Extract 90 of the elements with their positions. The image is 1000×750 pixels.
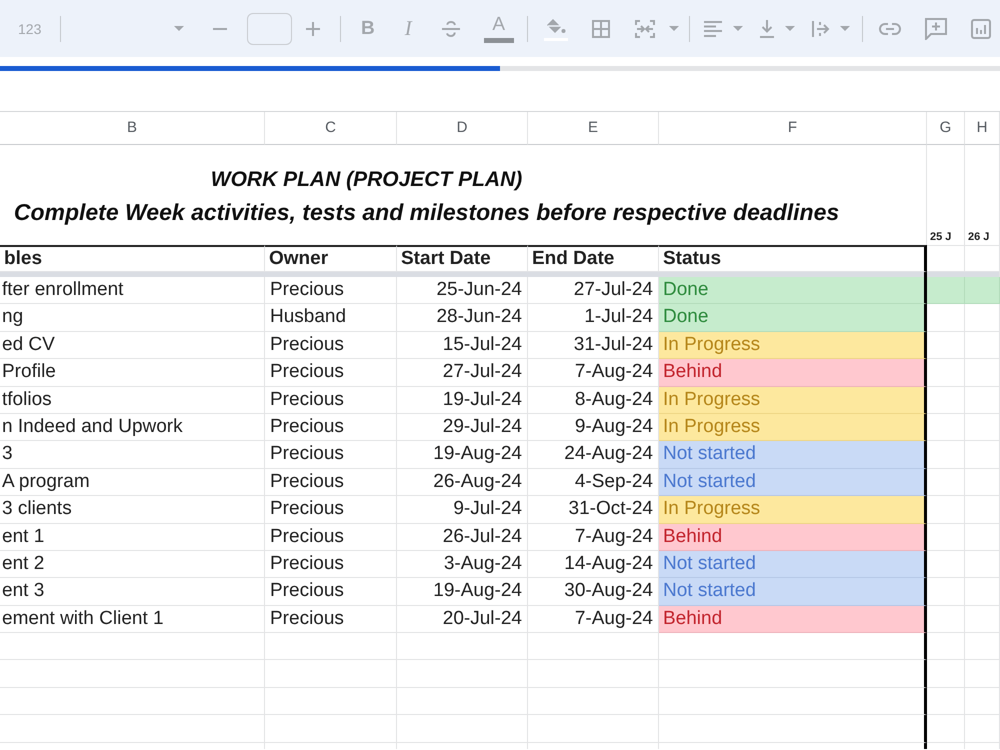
column-header[interactable]: C xyxy=(265,112,397,145)
date-label: 26 J xyxy=(968,230,990,244)
sheet-title: WORK PLAN (PROJECT PLAN) xyxy=(210,167,522,192)
status-cell: Not started xyxy=(659,578,927,606)
task-cell: fter enrollment xyxy=(0,277,265,304)
task-cell: A program xyxy=(0,468,265,496)
owner-cell: Precious xyxy=(265,550,397,578)
owner-cell: Precious xyxy=(265,441,397,469)
caret-icon[interactable] xyxy=(840,26,850,31)
owner-cell: Precious xyxy=(265,277,397,304)
column-header[interactable]: B xyxy=(0,112,265,145)
align-left-icon[interactable] xyxy=(704,20,722,36)
start-date-cell: 25-Jun-24 xyxy=(397,277,528,304)
start-date-cell: 19-Jul-24 xyxy=(397,386,528,414)
font-size-field[interactable] xyxy=(247,12,292,44)
borders-icon[interactable] xyxy=(592,20,610,38)
task-cell: Profile xyxy=(0,359,265,387)
caret-icon[interactable] xyxy=(174,26,184,31)
status-cell: In Progress xyxy=(659,496,927,524)
caret-icon[interactable] xyxy=(784,26,795,31)
status-cell: Done xyxy=(659,277,927,304)
task-cell: ement with Client 1 xyxy=(0,606,265,634)
merge-cells-icon[interactable] xyxy=(634,20,655,38)
plus-icon[interactable] xyxy=(306,22,320,36)
empty-cell xyxy=(965,715,1000,743)
owner-cell: Precious xyxy=(265,414,397,442)
status-cell: In Progress xyxy=(659,386,927,414)
start-date-cell: 15-Jul-24 xyxy=(397,332,528,360)
empty-cell xyxy=(965,660,1000,688)
status-cell: Not started xyxy=(659,468,927,496)
status-cell: In Progress xyxy=(659,414,927,442)
empty-cell xyxy=(927,688,965,716)
column-header[interactable]: F xyxy=(659,112,927,145)
empty-cell xyxy=(927,633,965,660)
chart-icon[interactable] xyxy=(970,18,991,38)
task-cell: 3 clients xyxy=(0,496,265,524)
status-cell: Behind xyxy=(659,524,927,551)
owner-cell: Precious xyxy=(265,578,397,606)
minus-icon[interactable] xyxy=(213,28,227,30)
empty-cell xyxy=(965,688,1000,716)
empty-cell xyxy=(965,633,1000,660)
task-cell: ent 2 xyxy=(0,550,265,578)
status-cell: Not started xyxy=(659,550,927,578)
text-wrap-icon[interactable] xyxy=(812,20,830,38)
owner-cell: Precious xyxy=(265,496,397,524)
start-date-cell: 27-Jul-24 xyxy=(397,359,528,387)
status-cell: In Progress xyxy=(659,332,927,360)
date-label: 25 J xyxy=(930,230,952,244)
add-comment-icon[interactable] xyxy=(924,18,947,40)
start-date-cell: 26-Jul-24 xyxy=(397,524,528,551)
caret-icon[interactable] xyxy=(668,26,679,31)
start-date-cell: 19-Aug-24 xyxy=(397,578,528,606)
owner-cell: Precious xyxy=(265,468,397,496)
empty-cell xyxy=(927,715,965,743)
owner-cell: Precious xyxy=(265,359,397,387)
task-cell: ent 1 xyxy=(0,524,265,551)
column-header[interactable]: H xyxy=(965,112,1000,145)
task-cell: ng xyxy=(0,304,265,332)
vertical-align-bottom-icon[interactable] xyxy=(758,20,775,38)
paint-bucket-icon[interactable] xyxy=(544,16,568,40)
owner-cell: Precious xyxy=(265,332,397,360)
task-cell: ed CV xyxy=(0,332,265,360)
column-header[interactable]: E xyxy=(528,112,659,145)
caret-icon[interactable] xyxy=(732,26,743,31)
owner-cell: Precious xyxy=(265,606,397,634)
empty-cell xyxy=(927,660,965,688)
start-date-cell: 26-Aug-24 xyxy=(397,468,528,496)
owner-cell: Precious xyxy=(265,386,397,414)
status-cell: Done xyxy=(659,304,927,332)
sheet-subtitle: Complete Week activities, tests and milestones before respective deadlines xyxy=(14,199,840,226)
task-cell: 3 xyxy=(0,441,265,469)
start-date-cell: 19-Aug-24 xyxy=(397,441,528,469)
status-cell: Behind xyxy=(659,359,927,387)
strikethrough-icon[interactable] xyxy=(440,20,461,38)
start-date-cell: 20-Jul-24 xyxy=(397,606,528,634)
start-date-cell: 9-Jul-24 xyxy=(397,496,528,524)
status-cell: Behind xyxy=(659,606,927,634)
status-cell: Not started xyxy=(659,441,927,469)
task-cell: n Indeed and Upwork xyxy=(0,414,265,442)
start-date-cell: 3-Aug-24 xyxy=(397,550,528,578)
start-date-cell: 28-Jun-24 xyxy=(397,304,528,332)
task-cell: ent 3 xyxy=(0,578,265,606)
color-swatch-icon xyxy=(484,38,514,42)
column-header[interactable]: D xyxy=(397,112,528,145)
owner-cell: Husband xyxy=(265,304,397,332)
start-date-cell: 29-Jul-24 xyxy=(397,414,528,442)
link-icon[interactable] xyxy=(878,22,901,34)
column-header[interactable]: G xyxy=(927,112,965,145)
owner-cell: Precious xyxy=(265,524,397,551)
task-cell: tfolios xyxy=(0,386,265,414)
